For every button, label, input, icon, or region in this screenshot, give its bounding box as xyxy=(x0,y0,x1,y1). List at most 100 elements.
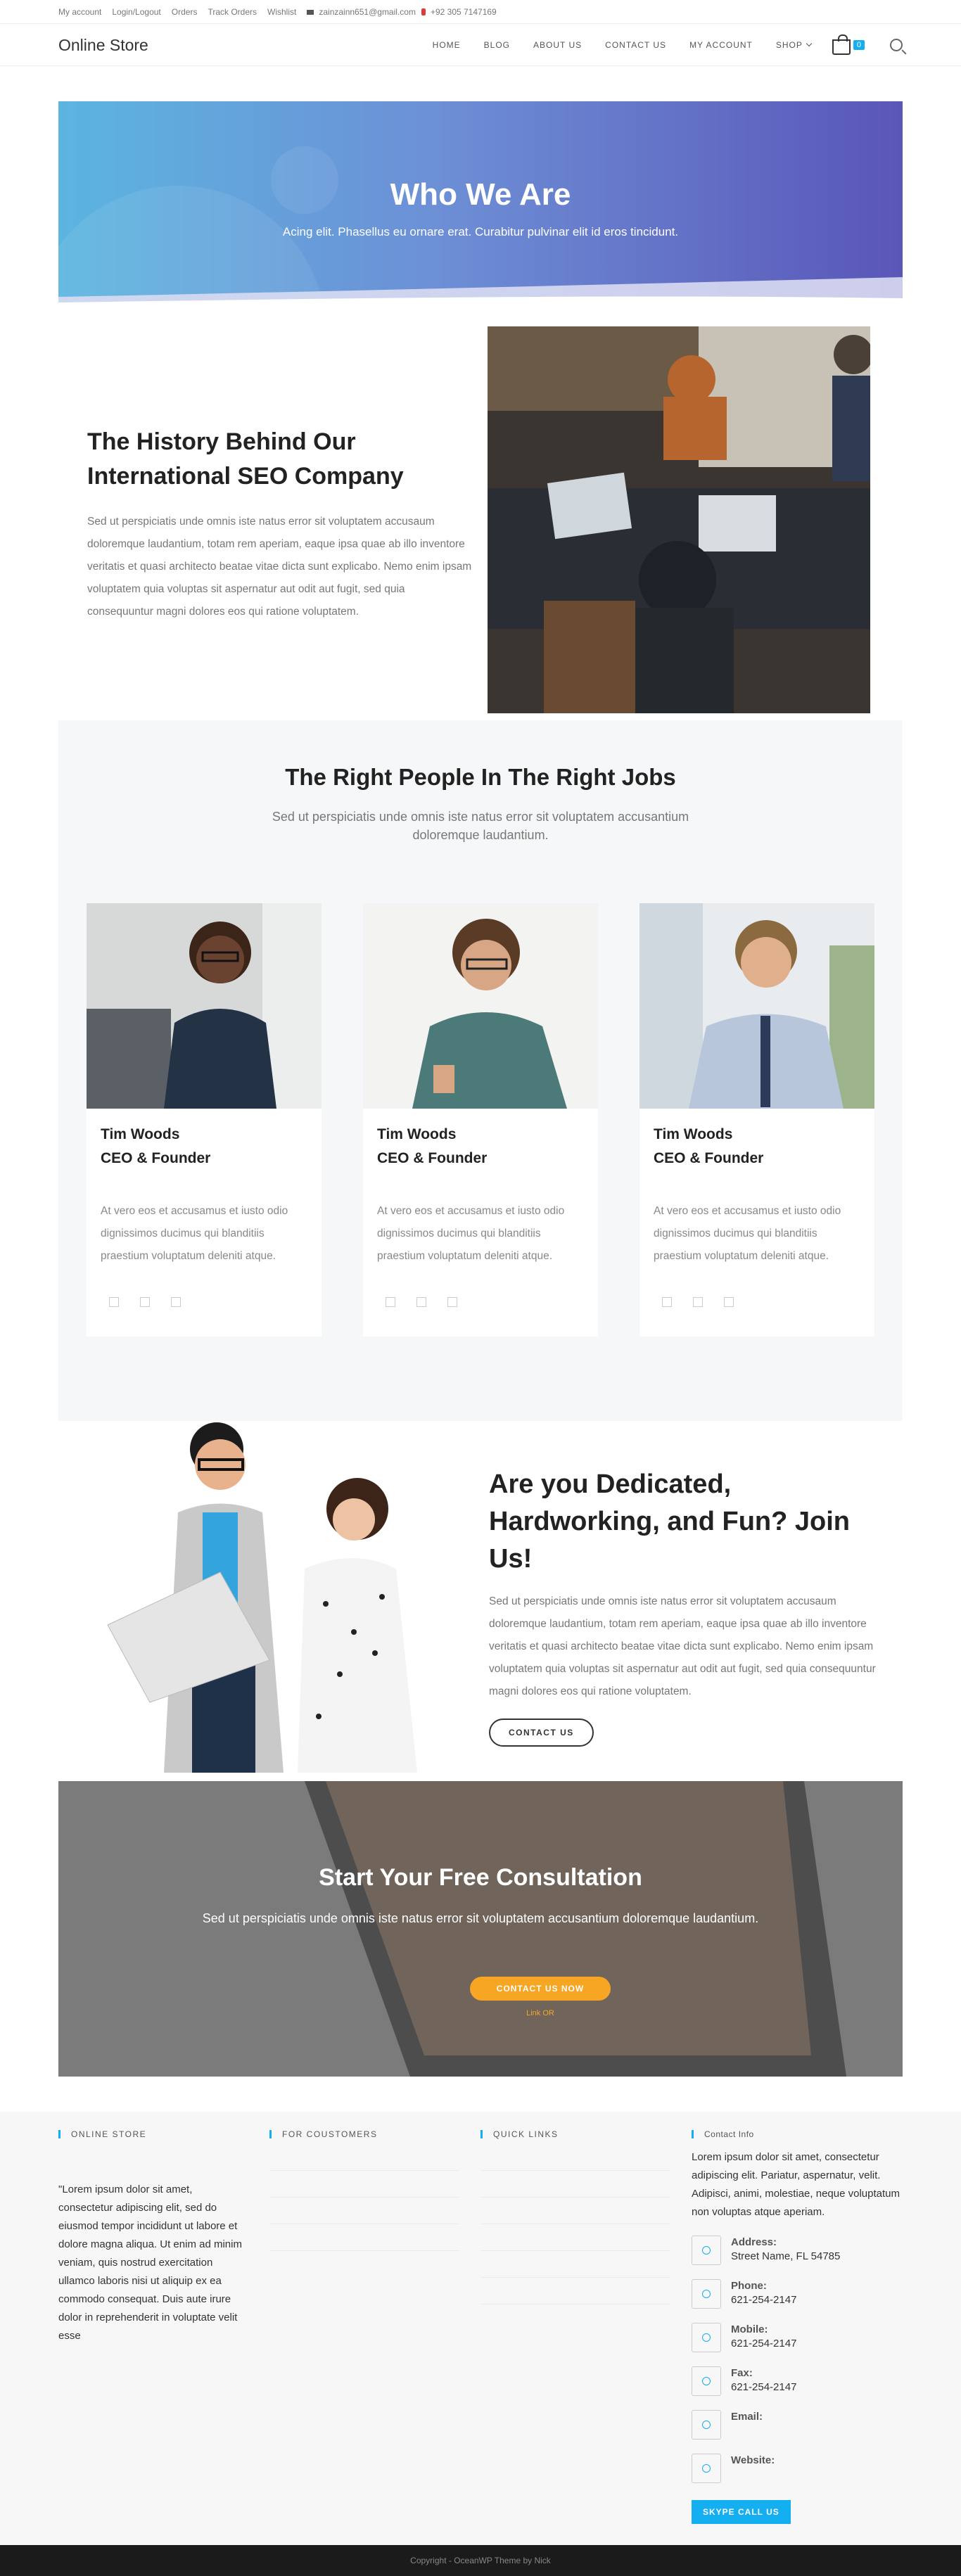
chevron-down-icon xyxy=(806,40,813,47)
nav-contact-us[interactable]: CONTACT US xyxy=(605,40,666,50)
footer-col-online-store: ONLINE STORE "Lorem ipsum dolor sit amet… xyxy=(58,2130,269,2524)
social-icon[interactable] xyxy=(662,1297,672,1307)
nav-home[interactable]: HOME xyxy=(433,40,461,50)
phone-icon xyxy=(421,8,426,15)
mobile-icon xyxy=(692,2323,721,2352)
copyright-bar: Copyright - OceanWP Theme by Nick xyxy=(0,2545,961,2576)
cart-button[interactable]: 0 xyxy=(832,34,865,55)
nav-about-us[interactable]: ABOUT US xyxy=(533,40,582,50)
location-icon xyxy=(692,2236,721,2265)
topbar-phone[interactable]: +92 305 7147169 xyxy=(431,7,497,17)
footer-link-row[interactable] xyxy=(269,2171,459,2198)
join-us-title: Are you Dedicated, Hardworking, and Fun?… xyxy=(489,1469,850,1574)
footer-customer-links xyxy=(269,2144,459,2251)
team-cards: Tim Woods CEO & Founder At vero eos et a… xyxy=(87,903,874,1337)
team-title: The Right People In The Right Jobs xyxy=(285,764,676,790)
contact-phone: Phone: 621-254-2147 xyxy=(692,2279,903,2309)
footer-link-row[interactable] xyxy=(480,2224,670,2251)
team-meeting-photo xyxy=(488,326,870,713)
member-socials xyxy=(654,1297,860,1307)
address-label: Address: xyxy=(731,2236,777,2248)
footer-link-row[interactable] xyxy=(480,2144,670,2171)
email-label: Email: xyxy=(731,2411,763,2423)
social-icon[interactable] xyxy=(109,1297,119,1307)
copyright-text: Copyright - OceanWP Theme by Nick xyxy=(410,2556,551,2565)
contact-mobile: Mobile: 621-254-2147 xyxy=(692,2323,903,2352)
team-member-photo xyxy=(87,903,322,1109)
member-role: CEO & Founder xyxy=(377,1150,488,1166)
mail-icon xyxy=(307,9,314,15)
team-card: Tim Woods CEO & Founder At vero eos et a… xyxy=(363,903,598,1337)
social-icon[interactable] xyxy=(447,1297,457,1307)
footer-link-row[interactable] xyxy=(480,2278,670,2304)
team-card: Tim Woods CEO & Founder At vero eos et a… xyxy=(639,903,874,1337)
footer-about-text: "Lorem ipsum dolor sit amet, consectetur… xyxy=(58,2183,242,2342)
contact-us-now-button[interactable]: CONTACT US NOW xyxy=(470,1977,611,2001)
social-icon[interactable] xyxy=(416,1297,426,1307)
team-card: Tim Woods CEO & Founder At vero eos et a… xyxy=(87,903,322,1337)
wishlist-link[interactable]: Wishlist xyxy=(267,7,296,17)
footer-title-contact: Contact Info xyxy=(692,2130,903,2138)
top-bar: My account Login/Logout Orders Track Ord… xyxy=(0,0,961,24)
footer-col-contact: Contact Info Lorem ipsum dolor sit amet,… xyxy=(692,2130,903,2524)
contact-us-button[interactable]: CONTACT US xyxy=(489,1719,594,1747)
footer-title-customers: FOR COUSTOMERS xyxy=(269,2130,459,2138)
team-member-photo xyxy=(639,903,874,1109)
my-account-link[interactable]: My account xyxy=(58,7,101,17)
phone-value[interactable]: 621-254-2147 xyxy=(731,2294,796,2306)
footer-link-row[interactable] xyxy=(480,2171,670,2198)
footer-link-row[interactable] xyxy=(269,2198,459,2224)
member-name: Tim Woods xyxy=(101,1126,180,1142)
consultation-title: Start Your Free Consultation xyxy=(319,1864,642,1891)
social-icon[interactable] xyxy=(386,1297,395,1307)
contact-email: Email: xyxy=(692,2410,903,2440)
link-icon xyxy=(692,2454,721,2483)
consultation-sublink[interactable]: Link OR xyxy=(438,2009,642,2017)
topbar-email[interactable]: zainzainn651@gmail.com xyxy=(319,7,416,17)
social-icon[interactable] xyxy=(140,1297,150,1307)
footer-contact-intro: Lorem ipsum dolor sit amet, consectetur … xyxy=(692,2151,900,2218)
consultation-banner: Start Your Free Consultation Sed ut pers… xyxy=(58,1781,903,2077)
nav-shop-label: SHOP xyxy=(775,40,803,50)
site-footer: ONLINE STORE "Lorem ipsum dolor sit amet… xyxy=(0,2112,961,2545)
contact-website: Website: xyxy=(692,2454,903,2483)
social-icon[interactable] xyxy=(171,1297,181,1307)
search-icon[interactable] xyxy=(890,39,903,51)
fax-value: 621-254-2147 xyxy=(731,2381,797,2393)
nav-shop[interactable]: SHOP xyxy=(775,40,813,50)
mobile-value[interactable]: 621-254-2147 xyxy=(731,2338,796,2349)
nav-my-account[interactable]: MY ACCOUNT xyxy=(689,40,753,50)
skype-call-button[interactable]: SKYPE CALL US xyxy=(692,2500,791,2524)
site-header: Online Store HOME BLOG ABOUT US CONTACT … xyxy=(0,24,961,66)
nav-blog[interactable]: BLOG xyxy=(484,40,510,50)
fax-icon xyxy=(692,2366,721,2396)
social-icon[interactable] xyxy=(693,1297,703,1307)
site-logo[interactable]: Online Store xyxy=(58,36,409,55)
topbar-contact: zainzainn651@gmail.com +92 305 7147169 xyxy=(307,7,497,17)
footer-link-row[interactable] xyxy=(480,2198,670,2224)
orders-link[interactable]: Orders xyxy=(172,7,198,17)
member-name: Tim Woods xyxy=(654,1126,733,1142)
contact-fax: Fax: 621-254-2147 xyxy=(692,2366,903,2396)
team-section: The Right People In The Right Jobs Sed u… xyxy=(58,720,903,1421)
history-title: The History Behind Our International SEO… xyxy=(87,428,404,490)
phone-icon xyxy=(692,2279,721,2309)
team-subtitle: Sed ut perspiciatis unde omnis iste natu… xyxy=(272,810,689,842)
member-socials xyxy=(101,1297,307,1307)
track-orders-link[interactable]: Track Orders xyxy=(208,7,257,17)
hero-title: Who We Are xyxy=(390,177,571,212)
tablet-background-image xyxy=(58,1781,903,2077)
main-nav: HOME BLOG ABOUT US CONTACT US MY ACCOUNT… xyxy=(409,40,813,50)
footer-col-customers: FOR COUSTOMERS xyxy=(269,2130,480,2524)
footer-link-row[interactable] xyxy=(480,2251,670,2278)
history-paragraph: Sed ut perspiciatis unde omnis iste natu… xyxy=(87,516,472,618)
happy-couple-photo xyxy=(58,1421,480,1773)
join-us-section: Are you Dedicated, Hardworking, and Fun?… xyxy=(58,1421,903,1773)
join-us-text-block: Are you Dedicated, Hardworking, and Fun?… xyxy=(480,1421,889,1773)
footer-title-online-store: ONLINE STORE xyxy=(58,2130,248,2138)
footer-link-row[interactable] xyxy=(269,2224,459,2251)
member-bio: At vero eos et accusamus et iusto odio d… xyxy=(654,1205,841,1262)
footer-link-row[interactable] xyxy=(269,2144,459,2171)
social-icon[interactable] xyxy=(724,1297,734,1307)
login-logout-link[interactable]: Login/Logout xyxy=(112,7,160,17)
